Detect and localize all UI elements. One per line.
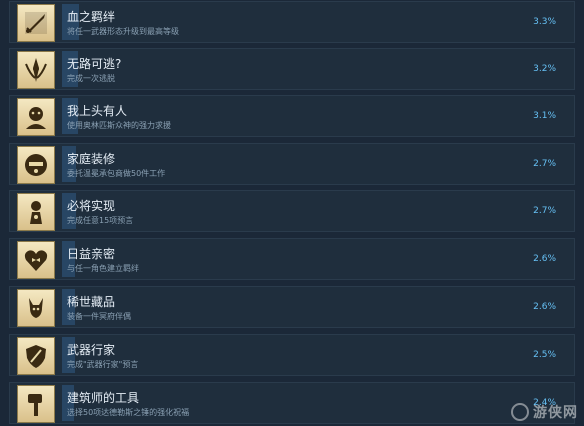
achievement-title: 必将实现 xyxy=(67,199,116,213)
unlock-percentage: 2.5% xyxy=(533,350,556,360)
achievement-description: 装备一件冥府伴偶 xyxy=(67,312,131,321)
achievement-icon-frame xyxy=(17,51,55,89)
achievement-row: 武器行家 完成"武器行家"预言 2.5% xyxy=(9,334,575,376)
unlock-percentage: 3.1% xyxy=(533,111,556,121)
laurel-crest-icon xyxy=(25,58,47,82)
achievement-row: 建筑师的工具 选择50项达德勒斯之锤的强化祝福 2.4% xyxy=(9,382,575,424)
achievement-description: 完成"武器行家"预言 xyxy=(67,360,139,369)
unlock-percentage: 2.7% xyxy=(533,206,556,216)
achievement-description: 选择50项达德勒斯之锤的强化祝福 xyxy=(67,408,190,417)
shield-weapons-icon xyxy=(26,345,46,368)
companion-icon xyxy=(29,298,43,318)
achievement-description: 完成任意15项预言 xyxy=(67,216,134,225)
achievement-row: 我上头有人 使用奥林匹斯众神的强力求援 3.1% xyxy=(9,95,575,137)
achievement-row: 无路可逃? 完成一次逃脱 3.2% xyxy=(9,48,575,90)
achievement-icon-frame xyxy=(17,146,55,184)
unlock-percentage: 2.6% xyxy=(533,302,556,312)
achievement-icon-frame xyxy=(17,289,55,327)
achievement-description: 完成一次逃脱 xyxy=(67,74,115,83)
achievement-list: 血之羁绊 将任一武器形态升级到最高等级 3.3% 无路可逃? 完成一次逃脱 3.… xyxy=(0,0,584,426)
achievement-title: 日益亲密 xyxy=(67,247,116,261)
achievement-row: 血之羁绊 将任一武器形态升级到最高等级 3.3% xyxy=(9,1,575,43)
unlock-percentage: 2.7% xyxy=(533,159,556,169)
watermark-logo-icon xyxy=(511,403,529,421)
achievement-title: 我上头有人 xyxy=(67,104,128,118)
unlock-percentage: 2.6% xyxy=(533,254,556,264)
achievement-row: 家庭装修 委托温冕承包商做50件工作 2.7% xyxy=(9,143,575,185)
achievement-description: 与任一角色建立羁绊 xyxy=(67,264,139,273)
achievement-description: 使用奥林匹斯众神的强力求援 xyxy=(67,121,171,130)
achievement-row: 必将实现 完成任意15项预言 2.7% xyxy=(9,190,575,232)
heart-bow-icon xyxy=(24,250,48,271)
achievement-icon-frame xyxy=(17,241,55,279)
achievement-title: 稀世藏品 xyxy=(67,295,116,309)
watermark-text: 游侠网 xyxy=(533,405,578,421)
fates-statue-icon xyxy=(30,201,42,224)
achievement-description: 委托温冕承包商做50件工作 xyxy=(67,169,166,178)
achievement-row: 日益亲密 与任一角色建立羁绊 2.6% xyxy=(9,238,575,280)
achievement-icon-frame xyxy=(17,4,55,42)
achievement-icon-frame xyxy=(17,337,55,375)
achievement-description: 将任一武器形态升级到最高等级 xyxy=(67,27,179,36)
sword-icon xyxy=(25,12,47,34)
unlock-percentage: 3.3% xyxy=(533,17,556,27)
site-watermark: 游侠网 xyxy=(511,402,578,422)
achievement-title: 家庭装修 xyxy=(67,152,116,166)
achievement-title: 武器行家 xyxy=(67,343,116,357)
hammer-icon xyxy=(28,394,42,416)
achievement-title: 血之羁绊 xyxy=(67,10,116,24)
god-portrait-icon xyxy=(26,107,46,129)
achievement-icon-frame xyxy=(17,385,55,423)
achievement-icon-frame xyxy=(17,98,55,136)
achievement-icon-frame xyxy=(17,193,55,231)
achievement-title: 无路可逃? xyxy=(67,57,122,71)
achievement-row: 稀世藏品 装备一件冥府伴偶 2.6% xyxy=(9,286,575,328)
contractor-icon xyxy=(25,154,47,176)
unlock-percentage: 3.2% xyxy=(533,64,556,74)
achievement-title: 建筑师的工具 xyxy=(67,391,140,405)
